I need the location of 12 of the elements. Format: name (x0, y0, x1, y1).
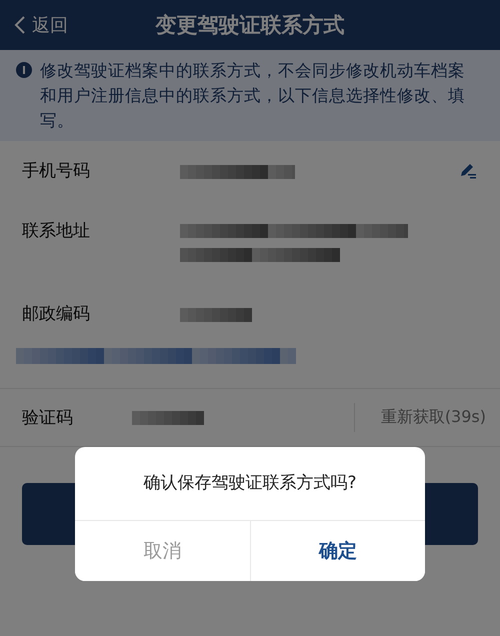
pencil-icon[interactable] (458, 162, 478, 180)
notice-text: 修改驾驶证档案中的联系方式，不会同步修改机动车档案和用户注册信息中的联系方式，以下信息选择性修改、填写。 (40, 60, 466, 132)
info-icon (16, 62, 32, 78)
confirm-button[interactable]: 确定 (250, 521, 425, 581)
field-label: 手机号码 (22, 160, 91, 183)
resend-button[interactable]: 重新获取(39s) (354, 403, 500, 432)
field-label: 验证码 (22, 407, 74, 429)
field-label: 邮政编码 (22, 303, 91, 326)
back-button[interactable]: 返回 (0, 13, 68, 37)
back-icon (14, 15, 26, 35)
field-label: 联系地址 (22, 220, 91, 243)
page-title: 变更驾驶证联系方式 (154, 12, 346, 39)
